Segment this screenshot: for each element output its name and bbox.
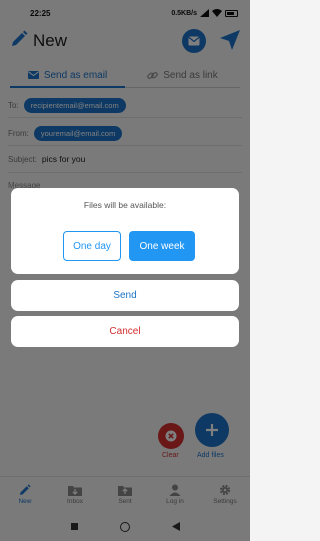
option-one-week-button[interactable]: One week — [129, 231, 195, 261]
option-one-day-button[interactable]: One day — [63, 231, 121, 261]
send-button[interactable]: Send — [11, 280, 239, 311]
availability-dialog: Files will be available: One day One wee… — [11, 188, 239, 274]
dialog-title: Files will be available: — [83, 200, 167, 210]
cancel-button[interactable]: Cancel — [11, 316, 239, 347]
